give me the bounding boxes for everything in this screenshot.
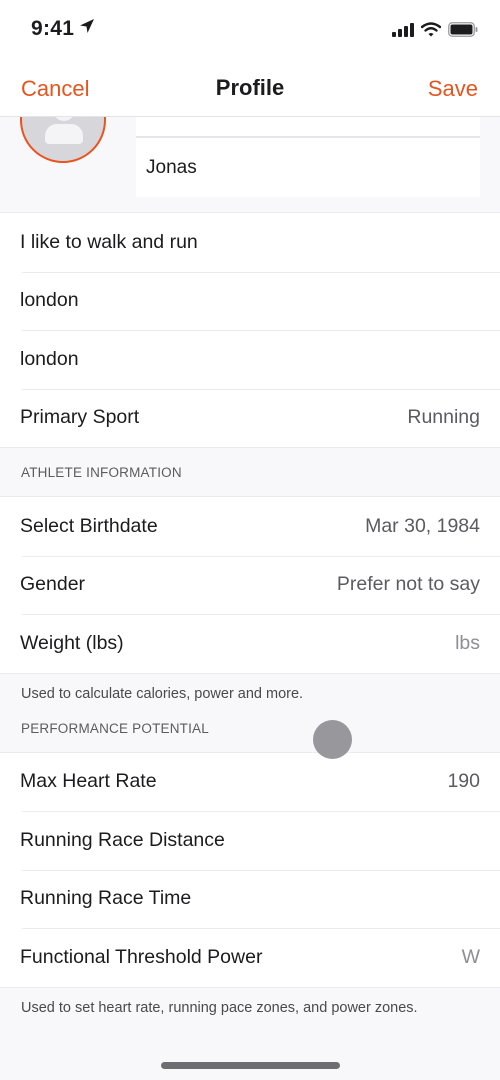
performance-footer: Used to set heart rate, running pace zon… [0, 987, 500, 1028]
row-value[interactable]: 190 [447, 770, 480, 793]
city-field[interactable]: london [0, 271, 500, 331]
row-label: Running Race Time [20, 887, 192, 910]
ftp-input[interactable]: W [462, 946, 480, 969]
primary-sport-row[interactable]: Primary Sport Running [0, 388, 500, 448]
person-placeholder-icon [53, 117, 75, 121]
row-label: Gender [20, 573, 86, 596]
row-label: Running Race Distance [20, 828, 225, 851]
profile-header: Jonas [0, 117, 500, 212]
row-value: Prefer not to say [336, 573, 480, 596]
weight-input[interactable]: lbs [455, 632, 480, 655]
row-label: Weight (lbs) [20, 631, 124, 654]
last-name-field[interactable]: Jonas [136, 138, 480, 197]
status-icons [392, 22, 478, 42]
race-time-row[interactable]: Running Race Time [0, 869, 500, 929]
gender-row[interactable]: Gender Prefer not to say [0, 555, 500, 615]
name-fields: Jonas [136, 117, 480, 197]
performance-header: PERFORMANCE POTENTIAL [0, 715, 500, 752]
page-title: Profile [215, 75, 285, 100]
about-group: I like to walk and run london london Pri… [0, 212, 500, 448]
state-field[interactable]: london [0, 330, 500, 389]
avatar[interactable] [20, 117, 106, 163]
touch-indicator [313, 720, 352, 759]
athlete-info-footer: Used to calculate calories, power and mo… [0, 673, 500, 716]
performance-group: Max Heart Rate 190 Running Race Distance… [0, 751, 500, 988]
bio-field[interactable]: I like to walk and run [0, 213, 500, 272]
nav-bar: Cancel Profile Save [0, 60, 500, 117]
athlete-info-group: Select Birthdate Mar 30, 1984 Gender Pre… [0, 496, 500, 674]
max-heart-rate-row[interactable]: Max Heart Rate 190 [0, 753, 500, 812]
wifi-icon [420, 22, 442, 42]
row-label: Max Heart Rate [20, 770, 157, 793]
home-indicator[interactable] [161, 1062, 340, 1069]
save-button[interactable]: Save [428, 76, 478, 102]
ftp-row[interactable]: Functional Threshold Power W [0, 928, 500, 987]
row-label: london [20, 347, 79, 370]
person-placeholder-body [45, 124, 83, 144]
row-label: Select Birthdate [20, 514, 158, 537]
birthdate-row[interactable]: Select Birthdate Mar 30, 1984 [0, 497, 500, 556]
row-label: london [20, 289, 79, 312]
weight-row[interactable]: Weight (lbs) lbs [0, 614, 500, 673]
row-value: Running [407, 406, 480, 429]
row-value: Mar 30, 1984 [365, 514, 480, 537]
status-bar: 9:41 [0, 0, 500, 60]
athlete-info-header: ATHLETE INFORMATION [0, 448, 500, 496]
cellular-signal-icon [392, 22, 414, 42]
profile-form[interactable]: Jonas I like to walk and run london lond… [0, 117, 500, 1080]
clock-text: 9:41 [31, 17, 75, 40]
race-distance-row[interactable]: Running Race Distance [0, 811, 500, 870]
row-label: Functional Threshold Power [20, 945, 263, 968]
status-time: 9:41 [31, 17, 96, 41]
first-name-field[interactable] [136, 117, 480, 138]
row-label: I like to walk and run [20, 230, 198, 253]
location-arrow-icon [78, 17, 96, 41]
row-label: Primary Sport [20, 406, 140, 429]
battery-icon [448, 22, 478, 42]
